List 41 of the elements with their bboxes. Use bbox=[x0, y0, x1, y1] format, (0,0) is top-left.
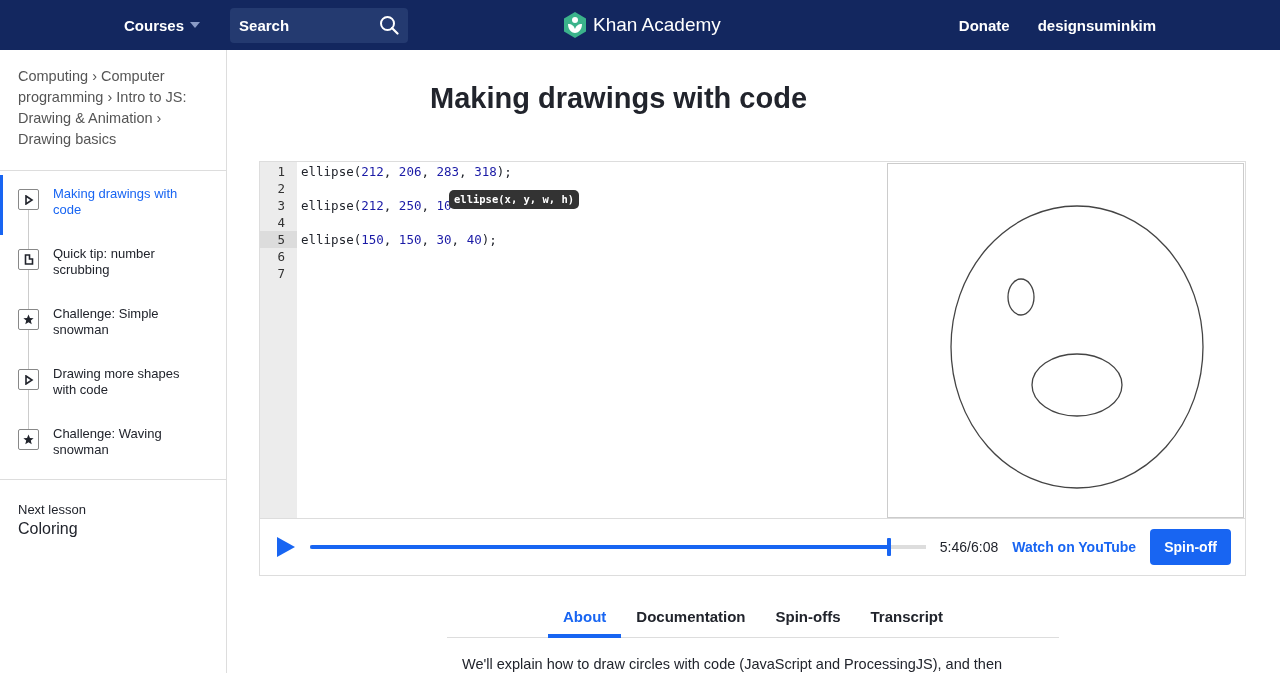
play-icon bbox=[23, 194, 34, 205]
line-number: 3 bbox=[276, 197, 286, 214]
time-display: 5:46/6:08 bbox=[939, 539, 999, 555]
tab[interactable]: Spin-offs bbox=[760, 600, 856, 638]
logo-icon bbox=[563, 12, 587, 38]
code-line[interactable]: ellipse(150, 150, 30, 40); bbox=[301, 232, 497, 247]
page-title: Making drawings with code bbox=[430, 82, 809, 115]
logo-text[interactable]: Khan Academy bbox=[593, 14, 721, 36]
slider-thumb[interactable] bbox=[886, 538, 891, 556]
next-lesson-label: Next lesson bbox=[18, 502, 87, 517]
donate-link[interactable]: Donate bbox=[958, 16, 1010, 34]
play-icon[interactable] bbox=[276, 536, 296, 558]
spin-off-button[interactable]: Spin-off bbox=[1150, 529, 1231, 565]
next-lesson-link[interactable]: Coloring bbox=[18, 520, 208, 538]
search-field[interactable]: Search bbox=[230, 7, 409, 43]
line-number: 5 bbox=[260, 231, 297, 248]
search-icon bbox=[379, 14, 400, 35]
star-icon bbox=[23, 314, 34, 325]
breadcrumb-trail[interactable]: Computing › Computer programming › Intro to JS: Drawing & Animation › Drawing basics bbox=[18, 66, 208, 150]
user-link[interactable]: designsuminkim bbox=[1037, 16, 1156, 34]
lesson-item[interactable]: Drawing more shapes with code bbox=[0, 355, 226, 415]
line-number: 2 bbox=[276, 180, 286, 197]
line-number: 1 bbox=[276, 163, 286, 180]
tab[interactable]: About bbox=[548, 600, 622, 638]
tab[interactable]: Documentation bbox=[621, 600, 761, 638]
courses-menu[interactable]: Courses bbox=[124, 16, 201, 34]
lesson-item[interactable]: Challenge: Simple snowman bbox=[0, 295, 226, 355]
lesson-item[interactable]: Quick tip: number scrubbing bbox=[0, 235, 226, 295]
line-number: 4 bbox=[276, 214, 286, 231]
line-number: 7 bbox=[276, 265, 286, 282]
code-line[interactable]: ellipse(212, 206, 283, 318); bbox=[301, 164, 512, 179]
play-icon bbox=[23, 374, 34, 385]
lesson-item[interactable]: Making drawings with code bbox=[0, 175, 226, 235]
description-text: We'll explain how to draw circles with code (JavaScript and ProcessingJS), and then bbox=[462, 656, 1004, 672]
star-icon bbox=[23, 434, 34, 445]
line-number: 6 bbox=[276, 248, 286, 265]
document-icon bbox=[23, 254, 34, 265]
lesson-item[interactable]: Challenge: Waving snowman bbox=[0, 415, 226, 475]
tab[interactable]: Transcript bbox=[855, 600, 958, 638]
caret-icon bbox=[190, 22, 201, 28]
youtube-link[interactable]: Watch on YouTube bbox=[1012, 539, 1137, 555]
